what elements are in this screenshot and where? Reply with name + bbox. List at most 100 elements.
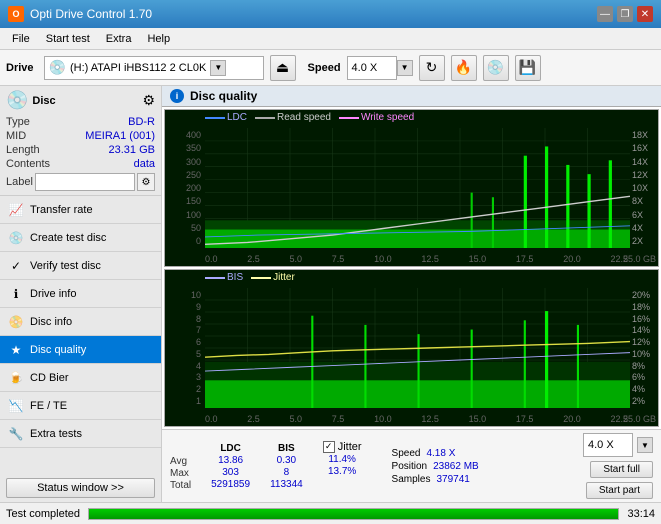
refresh-button[interactable]: ↻ xyxy=(419,55,445,81)
menu-start-test[interactable]: Start test xyxy=(38,31,98,47)
stats-speed-dropdown-arrow[interactable]: ▼ xyxy=(637,437,653,453)
save-button[interactable]: 💾 xyxy=(515,55,541,81)
sidebar-item-transfer-rate[interactable]: 📈 Transfer rate xyxy=(0,196,161,224)
progress-bar-fill xyxy=(89,509,618,519)
disc-label-button[interactable]: ⚙ xyxy=(137,173,155,191)
ldc-chart-svg xyxy=(205,128,630,248)
disc-button[interactable]: 💿 xyxy=(483,55,509,81)
samples-label: Samples xyxy=(392,474,431,485)
read-speed-legend-item: Read speed xyxy=(255,112,331,123)
speed-dropdown-arrow[interactable]: ▼ xyxy=(397,60,413,76)
cd-bier-icon: 🍺 xyxy=(8,370,24,386)
eject-button[interactable]: ⏏ xyxy=(270,55,296,81)
sidebar-item-disc-info[interactable]: 📀 Disc info xyxy=(0,308,161,336)
transfer-rate-icon: 📈 xyxy=(8,202,24,218)
drive-label: Drive xyxy=(6,62,34,74)
sidebar-item-create-test-disc[interactable]: 💿 Create test disc xyxy=(0,224,161,252)
disc-length-value: 23.31 GB xyxy=(109,144,155,156)
total-label: Total xyxy=(170,480,191,491)
bis-legend-label: BIS xyxy=(227,272,243,283)
jitter-checkbox[interactable]: ✓ xyxy=(323,441,335,453)
disc-settings-icon[interactable]: ⚙ xyxy=(142,92,155,109)
stats-ldc-max: 303 xyxy=(211,467,250,478)
bis-legend-line xyxy=(205,277,225,279)
disc-type-label: Type xyxy=(6,116,30,128)
ldc-y-axis-left: 400 350 300 250 200 150 100 50 0 xyxy=(165,130,203,246)
sidebar-item-fe-te[interactable]: 📉 FE / TE xyxy=(0,392,161,420)
avg-label: Avg xyxy=(170,456,191,467)
start-part-button[interactable]: Start part xyxy=(586,482,653,499)
sidebar-item-extra-tests[interactable]: 🔧 Extra tests xyxy=(0,420,161,448)
sidebar-item-verify-test-disc[interactable]: ✓ Verify test disc xyxy=(0,252,161,280)
stats-bis-total: 113344 xyxy=(270,479,303,490)
stats-controls: 4.0 X ▼ Start full Start part xyxy=(583,433,653,499)
disc-quality-icon: ★ xyxy=(8,342,24,358)
bis-x-label: 25.0 GB xyxy=(623,414,656,424)
close-button[interactable]: ✕ xyxy=(637,6,653,22)
ldc-chart: LDC Read speed Write speed 400 350 30 xyxy=(164,109,659,267)
jitter-legend-label: Jitter xyxy=(273,272,295,283)
menu-file[interactable]: File xyxy=(4,31,38,47)
bis-chart: BIS Jitter 10 9 8 7 6 5 4 3 xyxy=(164,269,659,427)
stats-bis-max: 8 xyxy=(270,467,303,478)
disc-contents-value: data xyxy=(134,158,155,170)
burn-button[interactable]: 🔥 xyxy=(451,55,477,81)
stats-bis-header: BIS xyxy=(270,443,303,454)
extra-tests-label: Extra tests xyxy=(30,428,82,440)
bis-x-axis: 0.0 2.5 5.0 7.5 10.0 12.5 15.0 17.5 20.0… xyxy=(205,414,628,424)
position-label: Position xyxy=(392,461,428,472)
disc-info-icon: 📀 xyxy=(8,314,24,330)
write-speed-legend-label: Write speed xyxy=(361,112,414,123)
stats-ldc: LDC 13.86 303 5291859 xyxy=(211,443,250,490)
disc-label-input[interactable] xyxy=(35,173,135,191)
menu-extra[interactable]: Extra xyxy=(98,31,140,47)
stats-row: Avg Max Total LDC 13.86 303 5291859 BIS … xyxy=(162,429,661,502)
sidebar-item-disc-quality[interactable]: ★ Disc quality xyxy=(0,336,161,364)
stats-ldc-header: LDC xyxy=(211,443,250,454)
disc-info-label: Disc info xyxy=(30,316,72,328)
stats-ldc-avg: 13.86 xyxy=(211,455,250,466)
disc-mid-value: MEIRA1 (001) xyxy=(85,130,155,142)
menu-help[interactable]: Help xyxy=(139,31,178,47)
status-window-button[interactable]: Status window >> xyxy=(6,478,155,498)
disc-quality-title: Disc quality xyxy=(190,89,257,103)
app-icon: O xyxy=(8,6,24,22)
sidebar-item-drive-info[interactable]: ℹ Drive info xyxy=(0,280,161,308)
transfer-rate-label: Transfer rate xyxy=(30,204,93,216)
disc-contents-row: Contents data xyxy=(6,157,155,171)
fe-te-label: FE / TE xyxy=(30,400,67,412)
status-time: 33:14 xyxy=(627,508,655,520)
speed-label: Speed xyxy=(308,62,341,74)
sidebar: 💿 Disc ⚙ Type BD-R MID MEIRA1 (001) Leng… xyxy=(0,86,162,502)
start-full-button[interactable]: Start full xyxy=(590,461,653,478)
speed-row: Speed 4.18 X xyxy=(392,448,479,459)
maximize-button[interactable]: ❐ xyxy=(617,6,633,22)
stats-bis: BIS 0.30 8 113344 xyxy=(270,443,303,490)
verify-test-disc-label: Verify test disc xyxy=(30,260,101,272)
stats-jitter-max: 13.7% xyxy=(323,466,362,477)
ldc-x-label: 25.0 GB xyxy=(623,254,656,264)
progress-bar-container xyxy=(88,508,619,520)
drive-select[interactable]: 💿 (H:) ATAPI iHBS112 2 CL0K ▼ xyxy=(44,56,264,80)
jitter-legend-item: Jitter xyxy=(251,272,295,283)
speed-value: 4.0 X xyxy=(347,56,397,80)
status-text: Test completed xyxy=(6,508,80,520)
drive-dropdown-arrow[interactable]: ▼ xyxy=(210,60,226,76)
ldc-y-axis-right: 18X 16X 14X 12X 10X 8X 6X 4X 2X xyxy=(630,130,658,246)
ldc-legend-item: LDC xyxy=(205,112,247,123)
minimize-button[interactable]: — xyxy=(597,6,613,22)
speed-label: Speed xyxy=(392,448,421,459)
stats-bis-avg: 0.30 xyxy=(270,455,303,466)
disc-label-row: Label ⚙ xyxy=(6,173,155,191)
stats-jitter-avg: 11.4% xyxy=(323,454,362,465)
position-value: 23862 MB xyxy=(433,461,479,472)
sidebar-item-cd-bier[interactable]: 🍺 CD Bier xyxy=(0,364,161,392)
drive-icon: 💿 xyxy=(49,59,66,76)
disc-contents-label: Contents xyxy=(6,158,50,170)
jitter-check-row: ✓ Jitter xyxy=(323,441,362,453)
disc-mid-label: MID xyxy=(6,130,26,142)
bis-y-axis-right: 20% 18% 16% 14% 12% 10% 8% 6% 4% 2% xyxy=(630,290,658,406)
stats-speed-select[interactable]: 4.0 X xyxy=(583,433,633,457)
drive-value: (H:) ATAPI iHBS112 2 CL0K xyxy=(70,62,206,74)
stats-labels: Avg Max Total xyxy=(170,441,191,491)
